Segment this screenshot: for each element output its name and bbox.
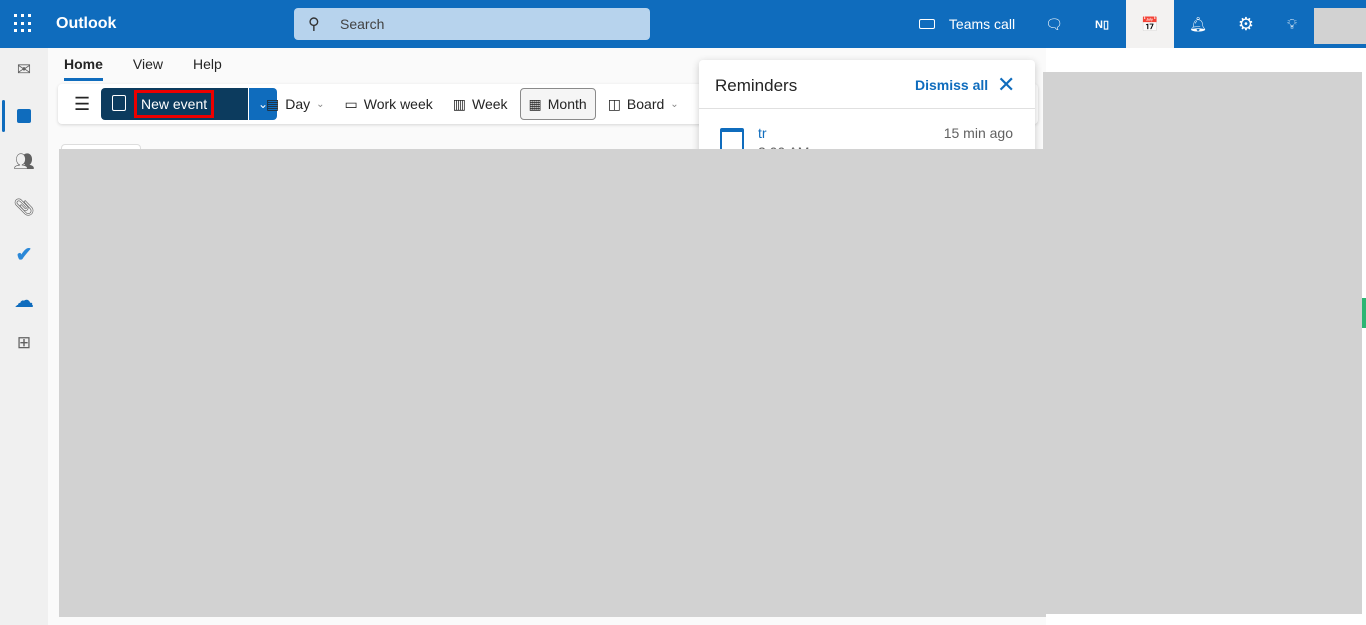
calendar-icon [112, 95, 126, 111]
redacted-region [1043, 72, 1362, 614]
mail-icon[interactable]: ✉ [0, 50, 48, 90]
view-switcher: ▤ Day ⌄ ▭ Work week ▥ Week ▦ Month ◫ Board ⌄ [258, 88, 687, 120]
view-label: Board [626, 96, 665, 112]
new-event-label: New event [134, 90, 215, 118]
view-label: Month [547, 96, 587, 112]
bell-icon[interactable]: 🔔︎ [1176, 0, 1220, 48]
view-label: Week [471, 96, 508, 112]
calendar-check-icon[interactable]: 📅 [1126, 0, 1174, 48]
view-label: Day [285, 96, 311, 112]
apps-icon[interactable]: ⊞ [0, 323, 48, 363]
divider [699, 108, 1035, 109]
app-title[interactable]: Outlook [56, 15, 116, 33]
board-icon: ◫ [607, 95, 621, 112]
app-rail: ✉ 👥︎ 📎︎ ✔ ☁ ⊞ [0, 48, 48, 625]
gear-icon[interactable]: ⚙ [1222, 0, 1270, 48]
chevron-down-icon: ⌄ [670, 98, 679, 110]
teams-call-button[interactable]: Teams call [910, 0, 1024, 48]
reminder-ago: 15 min ago [943, 125, 1013, 141]
tab-help[interactable]: Help [193, 56, 222, 81]
tab-home[interactable]: Home [64, 56, 103, 81]
lightbulb-icon[interactable]: 💡︎ [1270, 0, 1314, 48]
month-icon: ▦ [528, 95, 542, 112]
chevron-down-icon: ⌄ [316, 98, 325, 110]
day-icon: ▤ [266, 95, 280, 112]
todo-icon[interactable]: ✔ [0, 234, 48, 274]
search-box[interactable]: ⚲ Search [294, 8, 650, 40]
dismiss-all-button[interactable]: Dismiss all [915, 77, 988, 93]
tab-view[interactable]: View [133, 56, 163, 81]
hamburger-menu-icon[interactable]: ☰ [66, 88, 98, 120]
week-icon: ▥ [452, 95, 466, 112]
people-icon[interactable]: 👥︎ [0, 142, 48, 182]
view-week-button[interactable]: ▥ Week [445, 88, 516, 120]
attachment-icon[interactable]: 📎︎ [0, 188, 48, 228]
reminders-title: Reminders [715, 76, 798, 95]
view-day-button[interactable]: ▤ Day ⌄ [258, 88, 333, 120]
video-icon [918, 19, 935, 29]
ribbon-tabs: Home View Help [64, 56, 222, 81]
teams-call-label: Teams call [948, 16, 1016, 32]
app-launcher-icon[interactable] [14, 14, 34, 34]
view-workweek-button[interactable]: ▭ Work week [337, 88, 441, 120]
chat-icon[interactable]: 🗨 [1032, 0, 1076, 48]
new-event-button[interactable]: New event [101, 88, 248, 120]
search-icon: ⚲ [308, 16, 320, 33]
view-month-button[interactable]: ▦ Month [519, 88, 596, 120]
view-board-button[interactable]: ◫ Board ⌄ [600, 88, 687, 120]
scroll-indicator[interactable] [1362, 298, 1366, 328]
search-placeholder: Search [340, 16, 385, 32]
avatar[interactable] [1314, 8, 1366, 44]
workweek-icon: ▭ [344, 95, 358, 112]
onedrive-icon[interactable]: ☁ [0, 280, 48, 320]
reminder-name[interactable]: tr [758, 125, 767, 141]
view-label: Work week [363, 96, 433, 112]
onenote-icon[interactable]: N▯ [1080, 0, 1124, 48]
close-icon[interactable]: ✕ [997, 72, 1015, 98]
calendar-icon[interactable] [0, 96, 48, 136]
redacted-region [59, 149, 1046, 617]
top-bar: Outlook ⚲ Search Teams call 🗨 N▯ 📅 🔔︎ ⚙ … [0, 0, 1366, 48]
